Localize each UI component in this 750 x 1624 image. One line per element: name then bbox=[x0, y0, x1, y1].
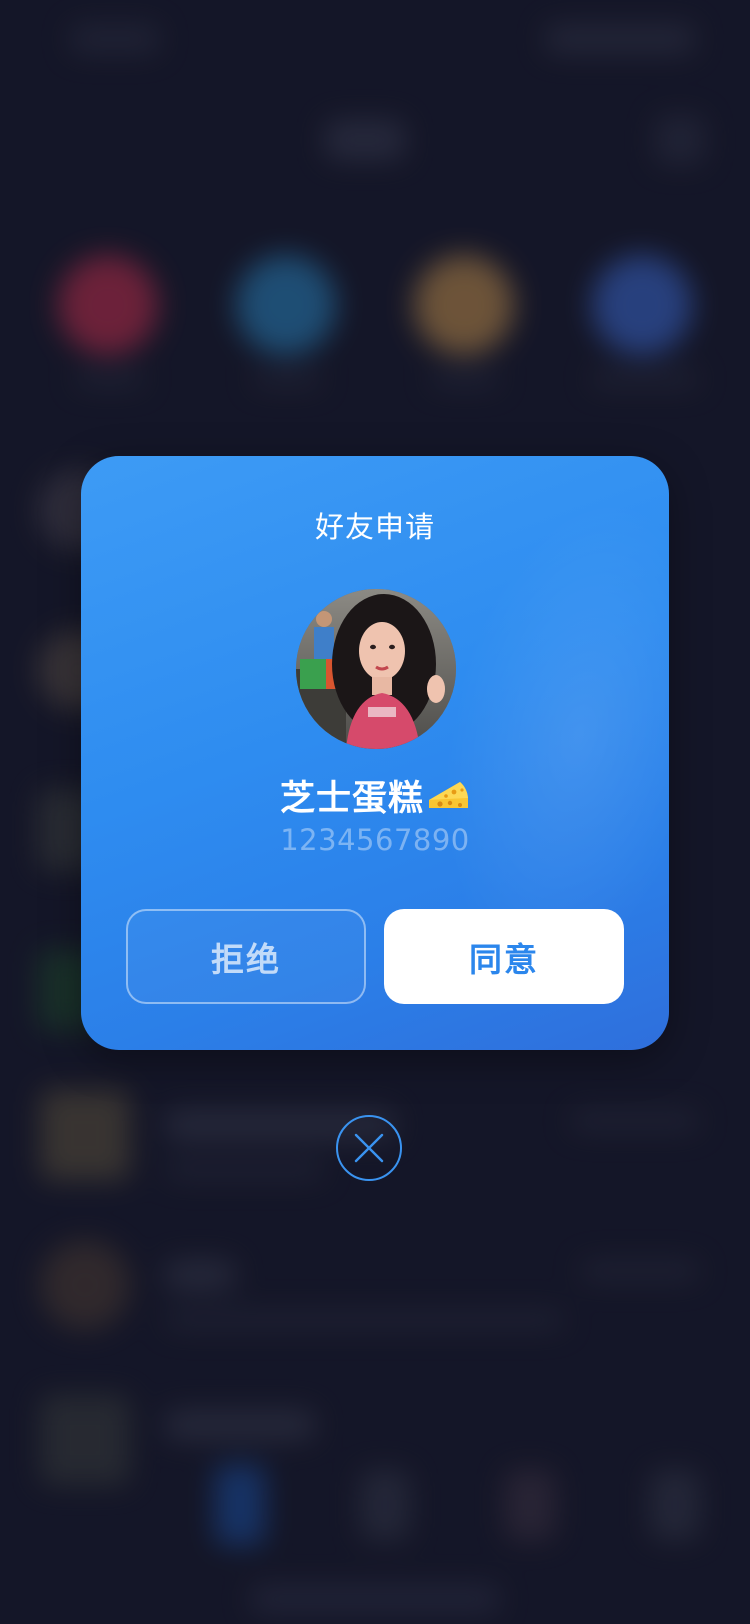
avatar-photo bbox=[296, 589, 456, 749]
accept-button-label: 同意 bbox=[469, 939, 539, 979]
avatar bbox=[296, 589, 456, 749]
reject-button-label: 拒绝 bbox=[211, 939, 281, 979]
cheese-icon bbox=[426, 778, 470, 814]
screen: 好友申请 芝士蛋糕 1234567890 拒绝 同意 bbox=[0, 0, 750, 1624]
user-name: 芝士蛋糕 bbox=[81, 770, 669, 821]
user-id: 1234567890 bbox=[280, 823, 470, 857]
friend-request-dialog: 好友申请 芝士蛋糕 1234567890 拒绝 同意 bbox=[81, 456, 669, 1050]
dialog-title: 好友申请 bbox=[314, 510, 435, 544]
close-button[interactable] bbox=[336, 1115, 402, 1181]
accept-button[interactable]: 同意 bbox=[384, 909, 624, 1004]
close-icon bbox=[354, 1133, 384, 1163]
reject-button[interactable]: 拒绝 bbox=[126, 909, 366, 1004]
user-name-text: 芝士蛋糕 bbox=[279, 779, 424, 819]
